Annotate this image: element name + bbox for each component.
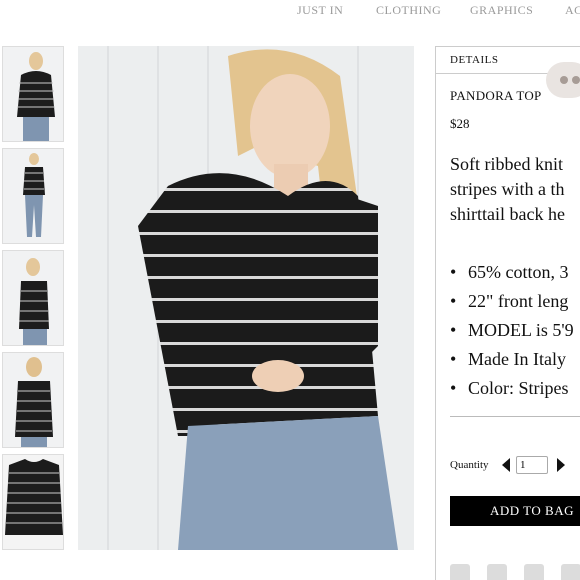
product-price: $28 [450,116,470,131]
nav-clothing[interactable]: CLOTHING [376,3,441,18]
thumbnail-side[interactable] [2,250,64,346]
feature-item: Color: Stripes [450,374,580,403]
model-wearing-striped-top-image [78,46,414,550]
details-tab-label: DETAILS [450,54,499,66]
twitter-icon[interactable] [487,564,507,580]
product-title: PANDORA TOP [450,88,542,103]
chat-dot [572,76,580,84]
thumbnail-flat[interactable] [2,454,64,550]
nav-accessories[interactable]: AC [565,3,580,18]
feature-item: MODEL is 5'9 [450,316,580,345]
description-line: stripes with a th [450,179,565,199]
thumbnail-full-body[interactable] [2,148,64,244]
product-features-list: 65% cotton, 3 22" front leng MODEL is 5'… [450,258,580,403]
feature-item: 22" front leng [450,287,580,316]
feature-item: Made In Italy [450,345,580,374]
tumblr-icon[interactable] [561,564,580,580]
thumbnail-front[interactable] [2,46,64,142]
feature-item: 65% cotton, 3 [450,258,580,287]
thumbnail-back[interactable] [2,352,64,448]
facebook-icon[interactable] [450,564,470,580]
product-details-panel: DETAILS PANDORA TOP $28 Soft ribbed knit… [435,46,580,580]
description-line: Soft ribbed knit [450,154,563,174]
add-to-bag-button[interactable]: ADD TO BAG [450,496,580,526]
thumbnail-back-image [3,353,63,447]
thumbnail-front-image [3,47,63,141]
quantity-label: Quantity [450,459,489,471]
description-line: shirttail back he [450,204,565,224]
thumbnail-full-body-image [3,149,63,243]
product-description: Soft ribbed knit stripes with a th shirt… [450,152,580,227]
quantity-input[interactable] [516,456,548,474]
nav-just-in[interactable]: JUST IN [297,3,343,18]
quantity-decrease-arrow-icon[interactable] [502,458,510,472]
chat-dot [560,76,568,84]
main-product-photo[interactable] [78,46,414,550]
pinterest-icon[interactable] [524,564,544,580]
thumbnail-side-image [3,251,63,345]
quantity-increase-arrow-icon[interactable] [557,458,565,472]
divider [450,416,580,417]
top-nav: JUST IN CLOTHING GRAPHICS AC [0,0,580,22]
nav-graphics[interactable]: GRAPHICS [470,3,533,18]
thumbnail-flat-image [3,455,63,549]
chat-bubble-icon[interactable] [546,62,580,98]
